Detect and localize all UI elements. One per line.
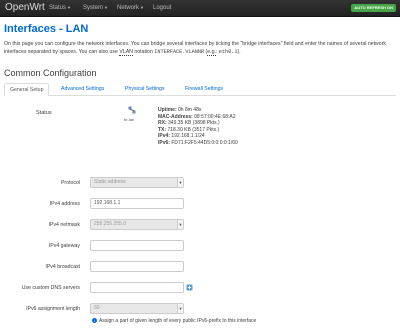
- tab-bar: General Setup Advanced Settings Physical…: [4, 83, 396, 96]
- nav-logout[interactable]: Logout: [153, 5, 171, 11]
- info-icon: i: [92, 318, 97, 324]
- uptime-label: Uptime:: [158, 107, 177, 113]
- dns-servers-input[interactable]: [90, 282, 184, 293]
- nav-system-label: System: [83, 5, 104, 11]
- nav-network[interactable]: Network▼: [117, 5, 144, 11]
- section-title: Common Configuration: [4, 68, 97, 78]
- chevron-down-icon: ▼: [177, 178, 183, 187]
- ipv4-address-label: IPv4 address: [49, 201, 80, 207]
- desc-text: notation: [132, 49, 155, 55]
- eg-abbr: e.g.: [207, 49, 216, 56]
- ipv4-netmask-label: IPv4 netmask: [48, 222, 80, 228]
- chevron-down-icon: ▼: [177, 220, 183, 229]
- ipv4-broadcast-label: IPv4 broadcast: [45, 264, 80, 270]
- ipv6-row: IPv6: FD71:F2F5:44D5:0:0:0:0:1/60: [158, 140, 238, 147]
- top-navbar: OpenWrt Status▼ System▼ Network▼ Logout …: [0, 0, 400, 17]
- dns-servers-label: Use custom DNS servers: [21, 285, 80, 291]
- desc-code: eth0.1: [218, 49, 238, 55]
- mac-label: MAC-Address:: [158, 113, 193, 120]
- ipv6-value: FD71:F2F5:44D5:0:0:0:0:1/60: [171, 139, 238, 146]
- nav-network-label: Network: [117, 5, 140, 11]
- tab-physical-settings[interactable]: Physical Settings: [120, 83, 170, 96]
- ipv4-value: 192.168.1.1/24: [171, 133, 205, 139]
- chevron-down-icon: ▼: [104, 5, 108, 10]
- page-description: On this page you can configure the netwo…: [4, 40, 396, 56]
- desc-text: ).: [237, 49, 241, 55]
- rx-value: 349.35 KB (3898 Pkts.): [168, 120, 220, 126]
- rx-label: RX:: [158, 120, 167, 126]
- nav-status-label: Status: [49, 5, 67, 11]
- tx-label: TX:: [158, 126, 167, 133]
- protocol-value: Static address: [94, 179, 126, 185]
- ipv4-netmask-select[interactable]: 255.255.255.0 ▼: [90, 219, 184, 230]
- tx-value: 718.30 KB (3517 Pkts.): [167, 126, 220, 133]
- nav-system[interactable]: System▼: [83, 5, 108, 11]
- ipv6-assignment-label: IPv6 assignment length: [26, 306, 80, 312]
- status-info: Uptime: 0h 8m 48s MAC-Address: 08:57:00:…: [158, 107, 238, 146]
- protocol-label: Protocol: [60, 180, 80, 186]
- hint-text: Assign a part of given length of every p…: [99, 318, 257, 324]
- mac-value: 08:57:00:4E:68:A2: [194, 113, 236, 120]
- ipv6-assignment-hint: i Assign a part of given length of every …: [92, 318, 256, 324]
- protocol-select[interactable]: Static address ▼: [90, 177, 184, 188]
- tab-general-setup[interactable]: General Setup: [4, 83, 50, 96]
- ipv4-netmask-value: 255.255.255.0: [94, 221, 126, 227]
- desc-code: INTERFACE.VLANNR: [154, 49, 205, 55]
- auto-refresh-button[interactable]: AUTO REFRESH ON: [351, 4, 396, 12]
- vlan-abbr: VLAN: [119, 49, 133, 56]
- ipv6-assignment-select[interactable]: 60 ▼: [90, 303, 184, 314]
- ipv6-assignment-value: 60: [94, 305, 100, 311]
- nav-status[interactable]: Status▼: [49, 5, 71, 11]
- ipv4-gateway-label: IPv4 gateway: [48, 243, 80, 249]
- ipv4-gateway-input[interactable]: [90, 240, 184, 251]
- bridge-icon: [128, 106, 136, 114]
- page-title: Interfaces - LAN: [4, 23, 89, 35]
- chevron-down-icon: ▼: [140, 5, 144, 10]
- ipv4-address-input[interactable]: 192.168.1.1: [90, 198, 184, 209]
- chevron-down-icon: ▼: [67, 5, 71, 10]
- ipv4-label: IPv4:: [158, 133, 170, 139]
- ipv4-broadcast-input[interactable]: [90, 261, 184, 272]
- chevron-down-icon: ▼: [177, 304, 183, 313]
- tab-firewall-settings[interactable]: Firewall Settings: [180, 83, 228, 96]
- add-icon[interactable]: [186, 284, 193, 291]
- ipv6-label: IPv6:: [158, 139, 170, 146]
- uptime-value: 0h 8m 48s: [178, 107, 202, 113]
- brand-logo[interactable]: OpenWrt: [5, 2, 45, 13]
- tab-advanced-settings[interactable]: Advanced Settings: [56, 83, 109, 96]
- status-label: Status: [36, 110, 52, 116]
- interface-name: br-lan: [124, 117, 135, 122]
